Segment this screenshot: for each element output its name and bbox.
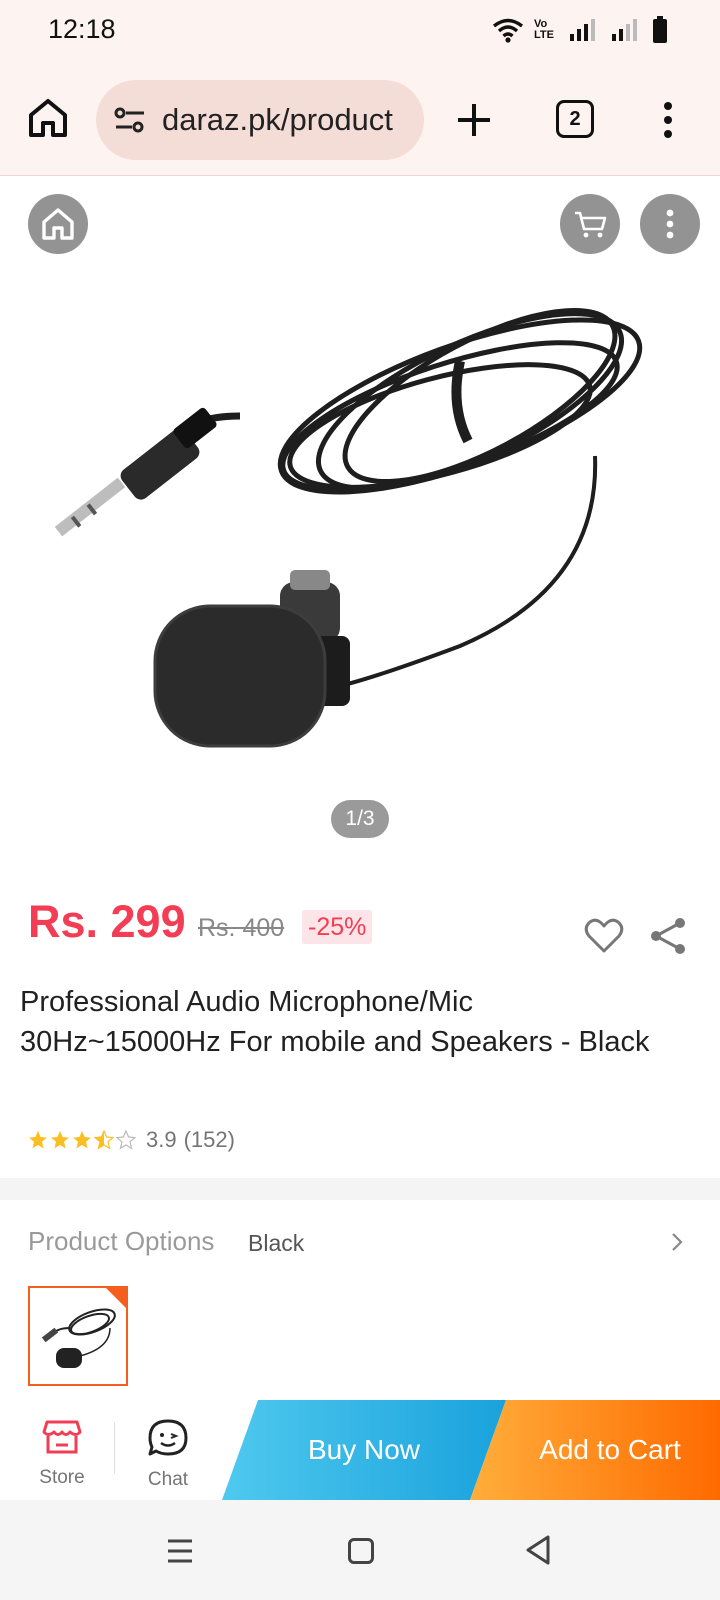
discount-badge: -25% xyxy=(302,910,373,944)
product-rating[interactable]: 3.9 (152) xyxy=(28,1127,235,1153)
product-price: Rs. 299 xyxy=(28,896,186,947)
gallery-cart-button[interactable] xyxy=(560,194,620,254)
action-bar: Store Chat Buy Now Add to Cart xyxy=(0,1400,720,1500)
recent-apps-icon[interactable] xyxy=(166,1538,194,1564)
rating-value: 3.9 xyxy=(146,1127,177,1152)
gallery-more-button[interactable] xyxy=(640,194,700,254)
home-icon[interactable] xyxy=(26,96,70,140)
original-price: Rs. 400 xyxy=(198,914,285,942)
volte-icon: Vo LTE xyxy=(534,18,554,41)
status-icons: Vo LTE xyxy=(492,16,668,44)
more-vert-icon xyxy=(666,209,674,239)
image-counter: 1/3 xyxy=(331,800,389,838)
battery-icon xyxy=(653,16,667,43)
gallery-home-button[interactable] xyxy=(28,194,88,254)
store-label: Store xyxy=(39,1467,85,1488)
product-image[interactable] xyxy=(40,266,680,826)
status-time: 12:18 xyxy=(48,14,116,44)
system-nav-bar xyxy=(0,1500,720,1600)
star-empty-icon xyxy=(116,1130,136,1150)
wifi-icon xyxy=(492,18,524,43)
home-circle-icon[interactable] xyxy=(348,1538,374,1564)
product-gallery[interactable]: 1/3 xyxy=(0,176,720,876)
store-icon xyxy=(42,1420,82,1454)
section-divider xyxy=(0,1178,720,1200)
option-swatch-black[interactable] xyxy=(28,1286,128,1386)
home-icon xyxy=(42,208,74,240)
action-separator xyxy=(114,1422,115,1474)
chat-label: Chat xyxy=(147,1469,189,1490)
back-icon[interactable] xyxy=(524,1534,552,1566)
url-bar[interactable]: daraz.pk/product xyxy=(96,80,424,160)
rating-count: (152) xyxy=(183,1127,235,1152)
options-label: Product Options xyxy=(28,1226,215,1256)
product-title: Professional Audio Microphone/Mic 30Hz~1… xyxy=(20,986,650,1058)
star-full-icon xyxy=(73,1131,91,1149)
tab-count: 2 xyxy=(569,107,581,130)
signal-icon xyxy=(570,19,595,41)
star-full-icon xyxy=(51,1131,69,1149)
store-button[interactable]: Store xyxy=(22,1418,102,1498)
mic-head xyxy=(153,570,350,748)
url-text: daraz.pk/product xyxy=(162,102,393,137)
cart-icon xyxy=(575,211,607,238)
browser-toolbar: daraz.pk/product 2 xyxy=(0,62,720,176)
signal-icon xyxy=(612,19,637,41)
buy-now-button[interactable]: Buy Now xyxy=(222,1400,506,1500)
star-full-icon xyxy=(29,1131,47,1149)
rating-stars xyxy=(28,1130,136,1150)
more-vert-icon[interactable] xyxy=(656,98,680,142)
options-value: Black xyxy=(248,1230,305,1256)
screen: 12:18 Vo LTE daraz.pk/product 2 1/3 Rs. … xyxy=(0,0,720,1600)
plus-icon[interactable] xyxy=(452,98,496,142)
tabs-icon[interactable]: 2 xyxy=(556,100,594,138)
heart-icon[interactable] xyxy=(584,918,624,954)
share-icon[interactable] xyxy=(648,916,688,956)
chevron-right-icon[interactable] xyxy=(668,1230,686,1254)
status-bar: 12:18 Vo LTE xyxy=(0,0,720,62)
audio-jack xyxy=(54,407,217,537)
selected-corner xyxy=(106,1288,126,1308)
chat-icon xyxy=(148,1419,188,1456)
chat-button[interactable]: Chat xyxy=(128,1418,208,1498)
site-settings-icon[interactable] xyxy=(114,106,146,134)
star-half-icon xyxy=(94,1130,114,1150)
add-to-cart-button[interactable]: Add to Cart xyxy=(470,1400,720,1500)
